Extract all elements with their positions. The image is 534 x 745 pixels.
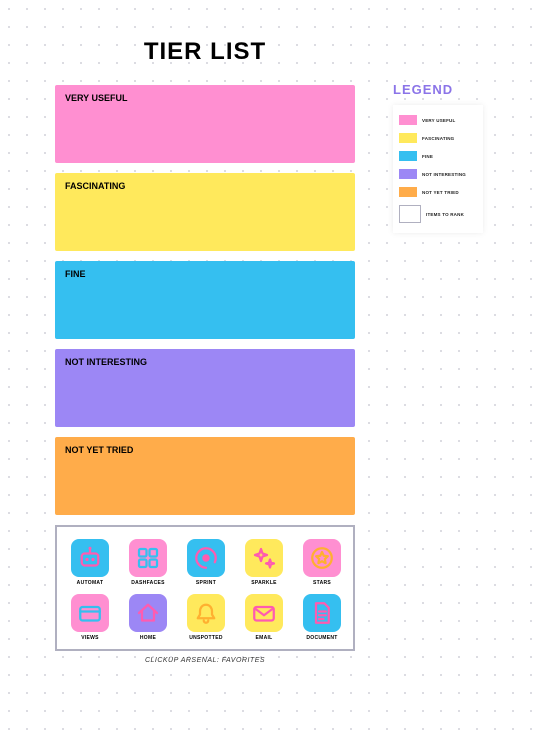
legend-row: NOT YET TRIED (399, 187, 477, 197)
target-icon (187, 539, 225, 577)
card-icon (71, 594, 109, 632)
tier-row[interactable]: NOT INTERESTING (55, 349, 355, 427)
tier-row[interactable]: VERY USEFUL (55, 85, 355, 163)
arsenal-item-label: HOME (140, 635, 156, 641)
arsenal-box: AUTOMAT DASHFACES SPRINT SPARKLE STARS VIEWS H… (55, 525, 355, 651)
arsenal-item[interactable]: SPARKLE (239, 539, 289, 586)
legend: LEGEND VERY USEFUL FASCINATING FINE NOT INT… (393, 82, 508, 233)
legend-swatch-placeholder (399, 205, 421, 223)
legend-swatch (399, 133, 417, 143)
legend-label: VERY USEFUL (422, 118, 455, 123)
arsenal-item-label: SPRINT (196, 580, 216, 586)
doc-icon (303, 594, 341, 632)
arsenal-item[interactable]: SPRINT (181, 539, 231, 586)
page-title: TIER LIST (50, 38, 360, 66)
tier-label: NOT INTERESTING (65, 357, 147, 367)
arsenal-item[interactable]: DOCUMENT (297, 594, 347, 641)
arsenal-item[interactable]: STARS (297, 539, 347, 586)
home-icon (129, 594, 167, 632)
arsenal-item-label: VIEWS (81, 635, 99, 641)
legend-row: FASCINATING (399, 133, 477, 143)
tier-row[interactable]: FASCINATING (55, 173, 355, 251)
arsenal-item[interactable]: HOME (123, 594, 173, 641)
tier-label: FINE (65, 269, 86, 279)
arsenal-item-label: DASHFACES (131, 580, 165, 586)
legend-swatch (399, 169, 417, 179)
arsenal-item[interactable]: VIEWS (65, 594, 115, 641)
legend-label: FASCINATING (422, 136, 454, 141)
page: TIER LIST VERY USEFUL FASCINATING FINE N… (0, 0, 534, 745)
grid-icon (129, 539, 167, 577)
robot-icon (71, 539, 109, 577)
legend-label: NOT YET TRIED (422, 190, 459, 195)
tier-row[interactable]: FINE (55, 261, 355, 339)
arsenal-item-label: STARS (313, 580, 331, 586)
legend-row: NOT INTERESTING (399, 169, 477, 179)
arsenal-item[interactable]: EMAIL (239, 594, 289, 641)
tier-label: VERY USEFUL (65, 93, 128, 103)
arsenal-grid: AUTOMAT DASHFACES SPRINT SPARKLE STARS VIEWS H… (65, 539, 345, 641)
arsenal-item-label: UNSPOTTED (189, 635, 223, 641)
legend-label: ITEMS TO RANK (426, 212, 464, 217)
arsenal-item-label: AUTOMAT (77, 580, 104, 586)
tier-label: FASCINATING (65, 181, 125, 191)
tier-label: NOT YET TRIED (65, 445, 133, 455)
star-icon (303, 539, 341, 577)
arsenal-item[interactable]: DASHFACES (123, 539, 173, 586)
bell-icon (187, 594, 225, 632)
legend-swatch (399, 187, 417, 197)
arsenal-item-label: EMAIL (255, 635, 272, 641)
legend-title: LEGEND (393, 82, 508, 97)
arsenal-item[interactable]: AUTOMAT (65, 539, 115, 586)
legend-row-placeholder: ITEMS TO RANK (399, 205, 477, 223)
legend-label: FINE (422, 154, 433, 159)
arsenal-item[interactable]: UNSPOTTED (181, 594, 231, 641)
tier-row[interactable]: NOT YET TRIED (55, 437, 355, 515)
mail-icon (245, 594, 283, 632)
legend-card: VERY USEFUL FASCINATING FINE NOT INTERESTIN… (393, 105, 483, 233)
arsenal-caption: CLICKUP ARSENAL: FAVORITES (55, 657, 355, 664)
arsenal-item-label: SPARKLE (251, 580, 277, 586)
tier-container: VERY USEFUL FASCINATING FINE NOT INTERES… (55, 85, 355, 664)
sparkle-icon (245, 539, 283, 577)
legend-row: FINE (399, 151, 477, 161)
legend-swatch (399, 151, 417, 161)
arsenal-item-label: DOCUMENT (306, 635, 337, 641)
legend-label: NOT INTERESTING (422, 172, 466, 177)
legend-swatch (399, 115, 417, 125)
legend-row: VERY USEFUL (399, 115, 477, 125)
